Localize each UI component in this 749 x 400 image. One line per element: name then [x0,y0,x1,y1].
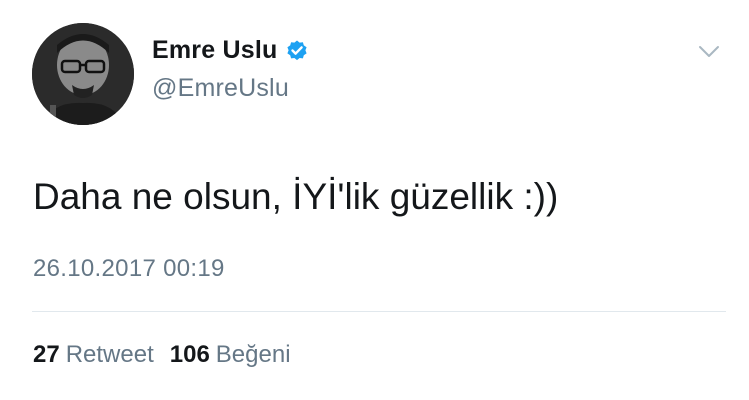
tweet-text: Daha ne olsun, İYİ'lik güzellik :)) [33,176,559,217]
chevron-down-icon[interactable] [697,44,721,60]
retweet-count: 27 [33,341,60,368]
tweet-stats: 27 Retweet 106 Beğeni [33,341,299,369]
author-handle[interactable]: @EmreUslu [152,74,289,103]
author-name-row[interactable]: Emre Uslu [152,36,309,65]
tweet-card: Emre Uslu @EmreUslu Daha ne olsun, İYİ'l… [0,0,749,400]
divider [32,311,726,312]
like-count: 106 [169,341,210,368]
tweet-timestamp[interactable]: 26.10.2017 00:19 [33,255,225,283]
retweet-stat[interactable]: 27 Retweet [33,341,154,369]
like-label: Beğeni [215,341,291,368]
avatar[interactable] [32,23,134,125]
retweet-label: Retweet [65,341,154,368]
avatar-image [32,23,134,125]
author-display-name[interactable]: Emre Uslu [152,36,277,65]
verified-badge-icon [285,39,309,63]
like-stat[interactable]: 106 Beğeni [170,341,291,369]
